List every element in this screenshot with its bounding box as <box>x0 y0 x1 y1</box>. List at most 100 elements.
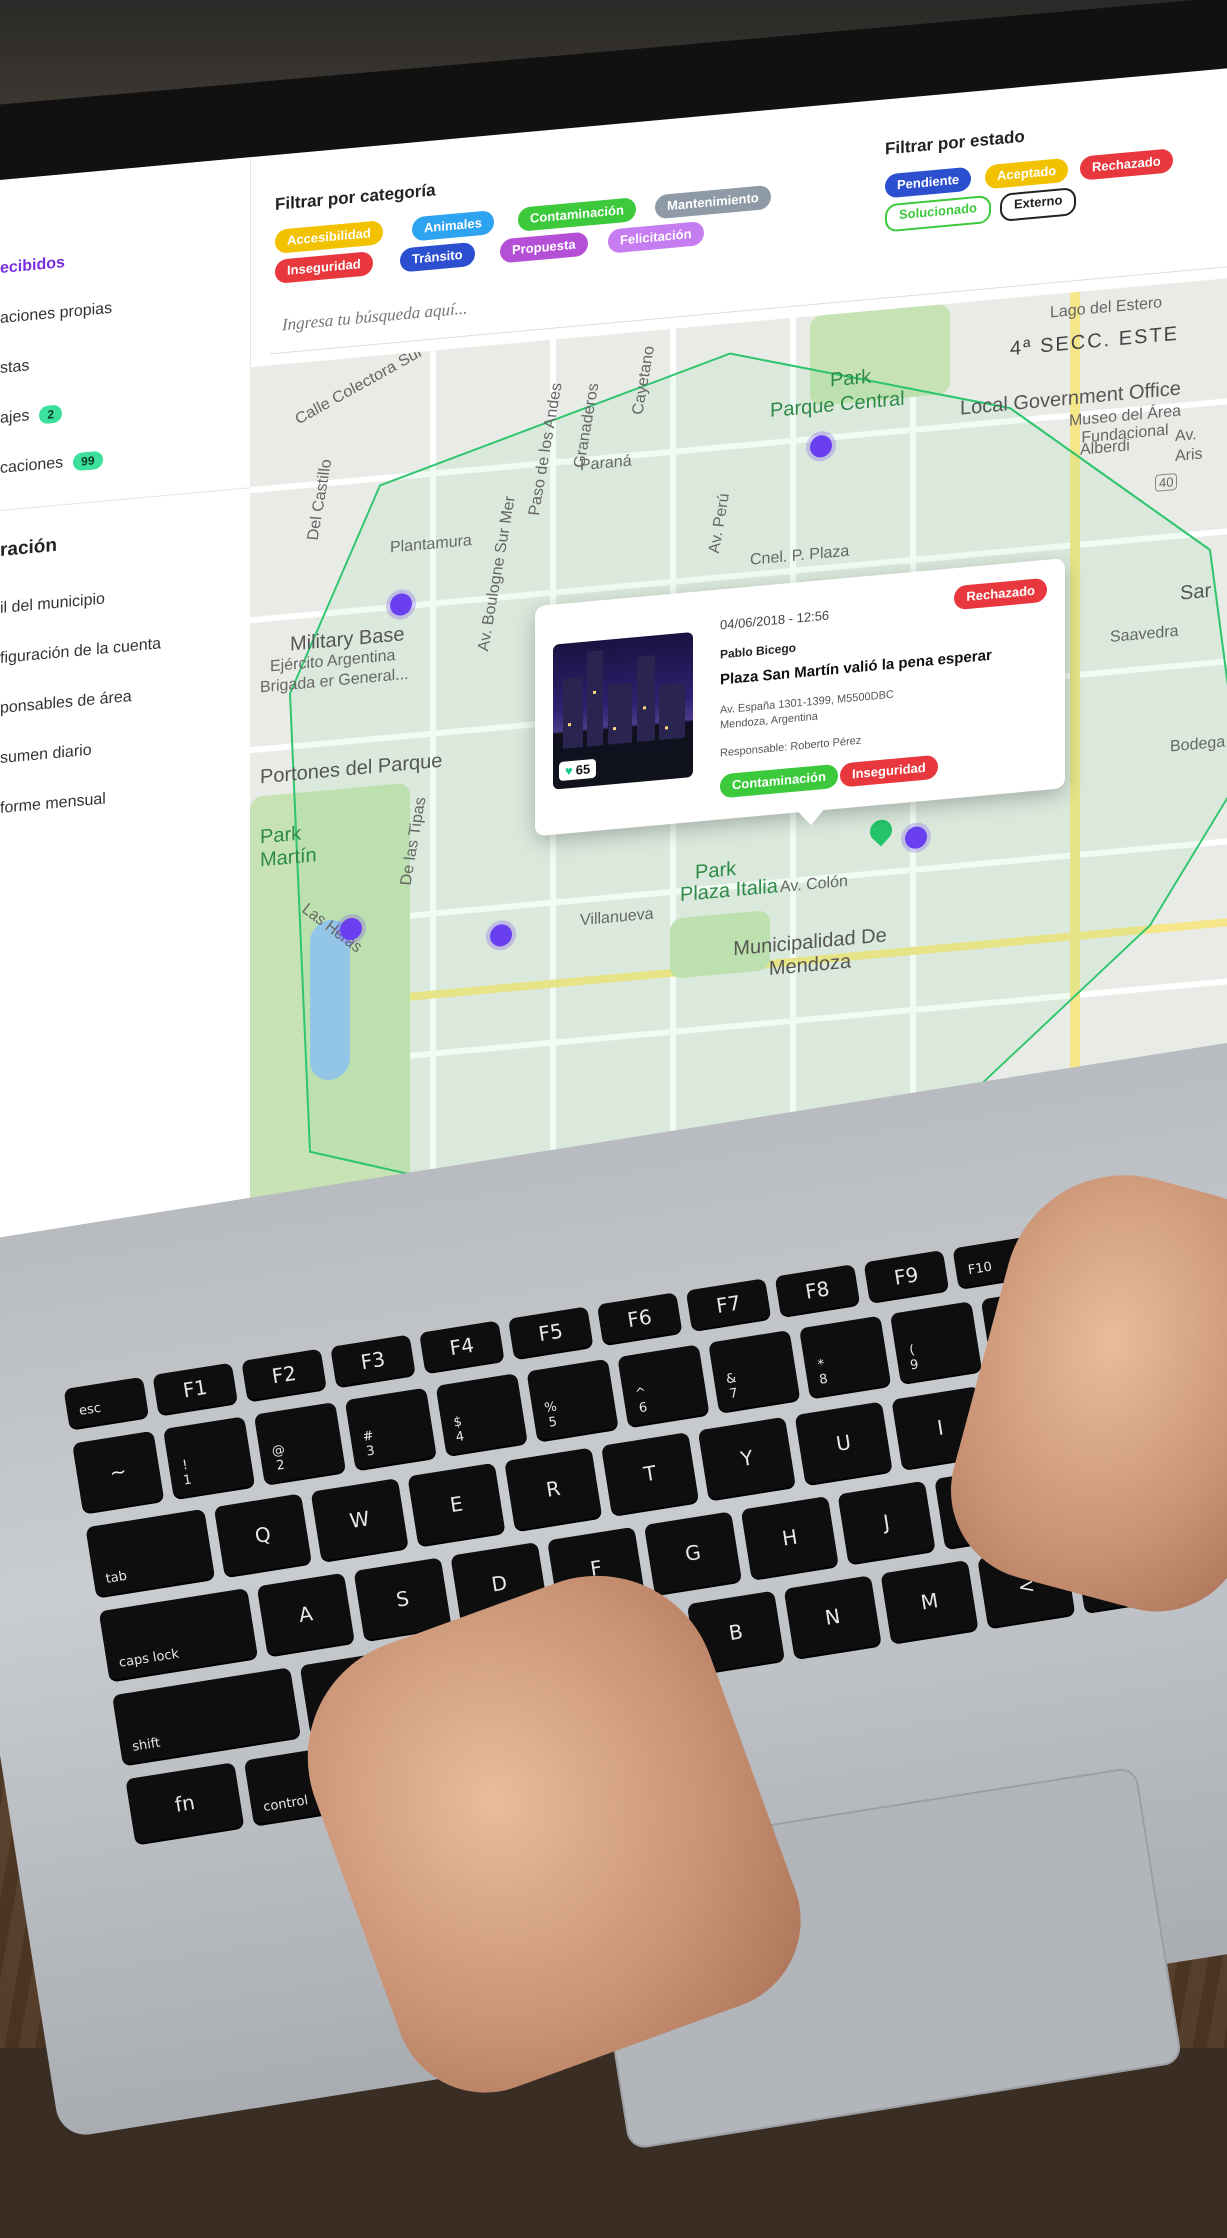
sidebar-item-perfil-municipio[interactable]: il del municipio <box>0 590 105 618</box>
key-fn[interactable]: fn <box>125 1762 245 1844</box>
category-filter-title: Filtrar por categoría <box>275 180 436 214</box>
photo-light <box>593 690 596 695</box>
key-$-4[interactable]: $ 4 <box>435 1373 528 1456</box>
chip-mantenimiento[interactable]: Mantenimiento <box>655 184 771 220</box>
key-f9[interactable]: F9 <box>863 1250 949 1303</box>
key-n[interactable]: N <box>783 1575 882 1659</box>
key-f6[interactable]: F6 <box>596 1292 683 1345</box>
count-badge: 2 <box>39 404 63 425</box>
key-u[interactable]: U <box>794 1401 893 1485</box>
key-&-7[interactable]: & 7 <box>708 1330 801 1412</box>
sidebar-item-label: sumen diario <box>0 741 92 767</box>
sidebar-divider <box>0 487 250 511</box>
photo-building <box>563 676 583 749</box>
report-photo[interactable]: ♥ 65 <box>553 631 693 790</box>
map-label: Sar <box>1180 579 1212 605</box>
key-!-1[interactable]: ! 1 <box>163 1416 255 1499</box>
chip-propuesta[interactable]: Propuesta <box>500 231 588 264</box>
like-counter[interactable]: ♥ 65 <box>559 758 597 782</box>
sidebar-item-label: ajes <box>0 407 30 427</box>
key-f2[interactable]: F2 <box>241 1348 327 1401</box>
chip-transito[interactable]: Tránsito <box>400 241 475 273</box>
report-responsible: Responsable: Roberto Pérez <box>720 734 862 760</box>
chip-accesibilidad[interactable]: Accesibilidad <box>275 220 383 254</box>
sidebar: ecibidos aciones propias stas ajes 2 caci… <box>0 157 251 1240</box>
chip-contaminacion[interactable]: Contaminación <box>518 197 636 232</box>
sidebar-item-label: stas <box>0 357 30 377</box>
sidebar-item-publicaciones-propias[interactable]: aciones propias <box>0 300 112 328</box>
key-esc[interactable]: esc <box>63 1376 149 1429</box>
popup-pointer <box>797 807 825 827</box>
chip-pendiente[interactable]: Pendiente <box>885 166 972 199</box>
sidebar-item-label: caciones <box>0 454 64 477</box>
count-badge: 99 <box>73 450 103 472</box>
key-f7[interactable]: F7 <box>685 1278 772 1331</box>
like-count: 65 <box>575 761 591 778</box>
heart-icon: ♥ <box>565 762 573 779</box>
report-date: 04/06/2018 - 12:56 <box>720 607 830 633</box>
sidebar-item-notificaciones[interactable]: caciones 99 <box>0 450 103 478</box>
tag-chip[interactable]: Contaminación <box>720 763 838 799</box>
key-f1[interactable]: F1 <box>152 1362 238 1415</box>
sidebar-item-configuracion-cuenta[interactable]: figuración de la cuenta <box>0 635 161 668</box>
sidebar-item-label: figuración de la cuenta <box>0 635 161 667</box>
key-a[interactable]: A <box>256 1572 355 1656</box>
key-w[interactable]: W <box>310 1478 409 1562</box>
key-f3[interactable]: F3 <box>330 1334 416 1387</box>
chip-aceptado[interactable]: Aceptado <box>985 157 1069 190</box>
tag-chip[interactable]: Inseguridad <box>840 754 938 788</box>
map-label: Aris <box>1175 445 1203 466</box>
sidebar-item-label: ecibidos <box>0 254 65 277</box>
route-shield: 40 <box>1155 472 1178 492</box>
chip-animales[interactable]: Animales <box>412 210 494 242</box>
sidebar-item-propuestas[interactable]: stas <box>0 357 29 378</box>
key-^-6[interactable]: ^ 6 <box>617 1344 710 1427</box>
sidebar-item-mensajes[interactable]: ajes 2 <box>0 404 63 428</box>
key-f8[interactable]: F8 <box>774 1264 860 1317</box>
photo-building <box>587 650 603 747</box>
key-tab[interactable]: tab <box>85 1508 215 1597</box>
key-#-3[interactable]: # 3 <box>344 1387 437 1470</box>
sidebar-item-responsables-area[interactable]: ponsables de área <box>0 688 132 718</box>
key-g[interactable]: G <box>643 1511 742 1595</box>
sidebar-item-recibidos[interactable]: ecibidos <box>0 254 65 278</box>
key-m[interactable]: M <box>880 1559 979 1643</box>
key-e[interactable]: E <box>407 1462 506 1546</box>
key-@-2[interactable]: @ 2 <box>253 1401 346 1484</box>
report-popup[interactable]: ♥ 65 Rechazado 04/06/2018 - 12:56 Pablo B… <box>535 558 1065 837</box>
photo-light <box>568 723 571 727</box>
key-%-5[interactable]: % 5 <box>526 1358 619 1441</box>
status-filter-title: Filtrar por estado <box>885 126 1025 159</box>
photo-scene: ecibidos aciones propias stas ajes 2 caci… <box>0 0 1227 2151</box>
sidebar-item-resumen-diario[interactable]: sumen diario <box>0 742 92 768</box>
photo-light <box>665 726 668 730</box>
sidebar-item-label: aciones propias <box>0 299 113 327</box>
key-r[interactable]: R <box>504 1447 603 1531</box>
chip-externo[interactable]: Externo <box>1000 187 1077 222</box>
chip-solucionado[interactable]: Solucionado <box>885 194 991 233</box>
key-shift[interactable]: shift <box>112 1667 301 1765</box>
chip-felicitacion[interactable]: Felicitación <box>608 220 704 254</box>
chip-inseguridad[interactable]: Inseguridad <box>275 251 373 284</box>
key-f5[interactable]: F5 <box>508 1306 594 1359</box>
report-author: Pablo Bicego <box>720 640 797 662</box>
key-q[interactable]: Q <box>213 1493 312 1577</box>
map-label: Park <box>830 365 872 392</box>
key-*-8[interactable]: * 8 <box>799 1315 892 1398</box>
key-y[interactable]: Y <box>697 1416 796 1500</box>
key-f4[interactable]: F4 <box>419 1320 505 1373</box>
key-h[interactable]: H <box>740 1496 839 1579</box>
photo-light <box>613 726 616 731</box>
key-j[interactable]: J <box>837 1480 936 1564</box>
key-t[interactable]: T <box>601 1432 699 1516</box>
sidebar-section-header: ración <box>0 534 58 561</box>
key-~[interactable]: ~ <box>72 1430 165 1513</box>
chip-rechazado[interactable]: Rechazado <box>1080 148 1173 181</box>
map-label: Av. <box>1175 426 1197 446</box>
key-caps-lock[interactable]: caps lock <box>98 1588 258 1681</box>
key-(-9[interactable]: ( 9 <box>889 1301 982 1384</box>
photo-building <box>659 682 685 741</box>
sidebar-item-informe-mensual[interactable]: forme mensual <box>0 790 106 818</box>
sidebar-item-label: forme mensual <box>0 790 106 817</box>
report-address: Av. España 1301-1399, M5500DBC Mendoza, … <box>720 679 990 734</box>
